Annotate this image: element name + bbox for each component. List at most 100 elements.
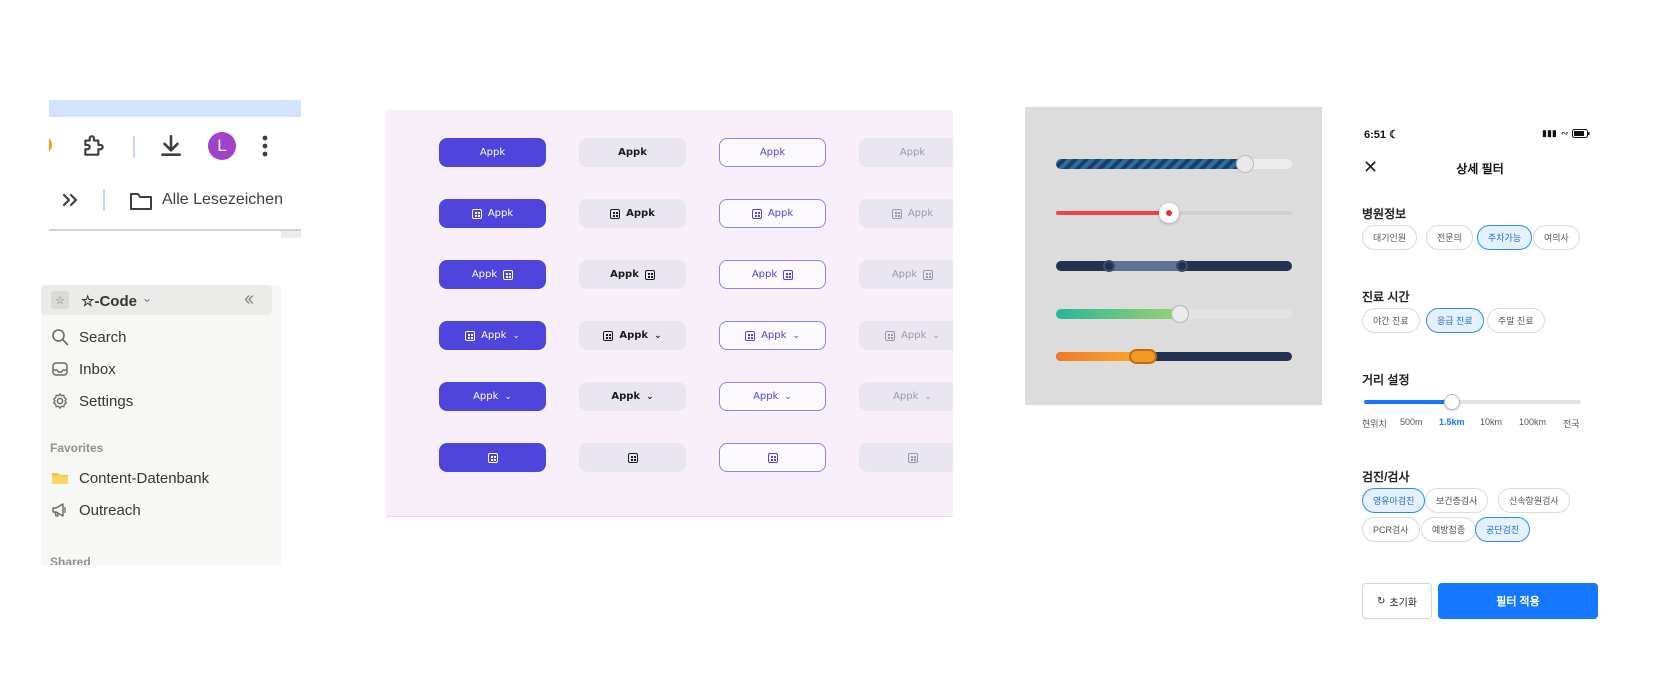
extensions-puzzle-icon[interactable] (81, 133, 107, 159)
grid-icon (751, 208, 762, 219)
workspace-name: ☆-Code (81, 293, 137, 310)
filter-chip[interactable]: 전문의 (1426, 225, 1473, 250)
grid-icon (610, 208, 621, 219)
outline-trailing-icon-button[interactable]: Appk (719, 260, 826, 289)
filter-chip[interactable]: 야간 진료 (1362, 308, 1420, 333)
filter-chip[interactable]: PCR검사 (1362, 517, 1420, 542)
slider-range-pill-thumb[interactable] (1129, 349, 1157, 364)
signal-icon: ▮▮▮ (1542, 128, 1557, 138)
filter-chip-selected[interactable]: 주차가능 (1477, 225, 1533, 250)
favorites-header: Favorites (50, 441, 104, 455)
inbox-icon (52, 362, 68, 376)
grid-icon (627, 452, 638, 463)
filter-chip[interactable]: 신속항원검사 (1498, 488, 1570, 513)
distance-tick-selected[interactable]: 1.5km (1439, 417, 1465, 427)
outline-dropdown-button[interactable]: Appk ⌄ (719, 382, 826, 411)
chevron-down-icon: ⌄ (792, 330, 800, 341)
tonal-dropdown-button[interactable]: Appk ⌄ (579, 382, 686, 411)
favorite-outreach[interactable]: Outreach (51, 501, 141, 519)
grid-icon (465, 330, 476, 341)
filter-chip[interactable]: 여의사 (1533, 225, 1580, 250)
tonal-button[interactable]: Appk (579, 138, 686, 167)
filled-dropdown-button[interactable]: Appk ⌄ (439, 382, 546, 411)
slider-thumb[interactable] (1171, 305, 1189, 323)
slider-fill (1056, 159, 1245, 169)
outline-icon-dropdown-button[interactable]: Appk ⌄ (719, 321, 826, 350)
gear-icon (53, 393, 67, 409)
slider-thumb[interactable] (1159, 203, 1179, 223)
filter-chip-selected[interactable]: 영유아검진 (1362, 488, 1426, 513)
chevron-down-icon: ⌄ (932, 330, 940, 341)
workspace-switcher[interactable]: ☆ ☆-Code ⌄ ‹‹ (41, 285, 272, 315)
filled-trailing-icon-button[interactable]: Appk (439, 260, 546, 289)
reset-button[interactable]: ↻ 초기화 (1362, 583, 1432, 619)
favorite-content-datenbank[interactable]: Content-Datenbank (51, 469, 209, 487)
filled-icon-dropdown-button[interactable]: Appk ⌄ (439, 321, 546, 350)
tonal-trailing-icon-button[interactable]: Appk (579, 260, 686, 289)
grid-icon (487, 452, 498, 463)
profile-avatar[interactable]: L (208, 132, 236, 160)
chevron-down-icon: ⌄ (784, 391, 792, 402)
chevron-double-right-icon[interactable] (61, 191, 79, 209)
mobile-filter-screen: 6:51 ☾ ▮▮▮ ∾ ✕ 상세 필터 병원정보 대기인원 전문의 주차가능 여… (1360, 120, 1600, 630)
grid-icon (923, 269, 934, 280)
button-variants-grid: Appk Appk Appk Appk Appk Appk Appk Appk … (386, 110, 953, 517)
status-icons: ▮▮▮ ∾ (1542, 128, 1590, 139)
filter-chip[interactable]: 예방접종 (1421, 517, 1477, 542)
distance-tick[interactable]: 10km (1480, 417, 1502, 427)
tonal-icon-dropdown-button[interactable]: Appk ⌄ (579, 321, 686, 350)
slider-thumb[interactable] (1236, 155, 1254, 173)
filter-chip[interactable]: 주말 진료 (1487, 308, 1545, 333)
outline-button[interactable]: Appk (719, 138, 826, 167)
filter-chip[interactable]: 보건증검사 (1425, 488, 1489, 513)
section-title: 검진/검사 (1362, 470, 1410, 484)
grid-icon (644, 269, 655, 280)
apply-filter-button[interactable]: 필터 적용 (1438, 583, 1598, 619)
distance-tick[interactable]: 500m (1400, 417, 1423, 427)
chevron-down-icon[interactable]: ⌄ (142, 291, 152, 305)
filter-chip-selected[interactable]: 응급 진료 (1426, 308, 1484, 333)
folder-emoji-icon (52, 473, 68, 484)
section-title: 진료 시간 (1362, 290, 1410, 304)
outline-leading-icon-button[interactable]: Appk (719, 199, 826, 228)
grid-icon (891, 208, 902, 219)
collapse-sidebar-icon[interactable]: ‹‹ (244, 288, 254, 311)
filled-leading-icon-button[interactable]: Appk (439, 199, 546, 228)
grid-icon (885, 330, 896, 341)
tonal-leading-icon-button[interactable]: Appk (579, 199, 686, 228)
extension-app-icon[interactable] (49, 132, 57, 158)
slider-fill (1056, 211, 1169, 215)
slider-range-end-thumb[interactable] (1176, 260, 1188, 272)
distance-slider-thumb[interactable] (1444, 394, 1460, 410)
tonal-icon-button[interactable] (579, 443, 686, 472)
chevron-down-icon: ⌄ (646, 391, 654, 402)
distance-slider-fill (1364, 400, 1453, 404)
folder-icon[interactable] (128, 190, 154, 212)
wifi-icon: ∾ (1560, 128, 1569, 138)
chevron-down-icon: ⌄ (504, 391, 512, 402)
distance-tick[interactable]: 100km (1519, 417, 1546, 427)
download-icon[interactable] (158, 133, 184, 159)
shared-header: Shared (50, 555, 91, 565)
bookmarks-separator (103, 189, 105, 211)
filled-button[interactable]: Appk (439, 138, 546, 167)
filter-chip[interactable]: 대기인원 (1362, 225, 1418, 250)
outline-icon-button[interactable] (719, 443, 826, 472)
browser-toolbar: L Alle Lesezeichen (49, 100, 301, 238)
slider-range-start-thumb[interactable] (1103, 260, 1115, 272)
bookmarks-folder-label[interactable]: Alle Lesezeichen (162, 191, 283, 209)
nav-search[interactable]: Search (51, 328, 127, 346)
slider-fill (1056, 352, 1134, 361)
disabled-trailing-icon-button: Appk (859, 260, 953, 289)
nav-settings[interactable]: Settings (51, 392, 133, 410)
distance-tick[interactable]: 현위치 (1362, 417, 1387, 430)
filled-icon-button[interactable] (439, 443, 546, 472)
filter-chip-selected[interactable]: 공단검진 (1475, 517, 1531, 542)
nav-inbox[interactable]: Inbox (51, 360, 116, 378)
grid-icon (503, 269, 514, 280)
toolbar-separator (133, 136, 135, 158)
chevron-down-icon: ⌄ (924, 391, 932, 402)
workspace-icon: ☆ (51, 291, 69, 309)
distance-tick[interactable]: 전국 (1563, 417, 1580, 430)
more-menu-icon[interactable] (259, 133, 271, 159)
